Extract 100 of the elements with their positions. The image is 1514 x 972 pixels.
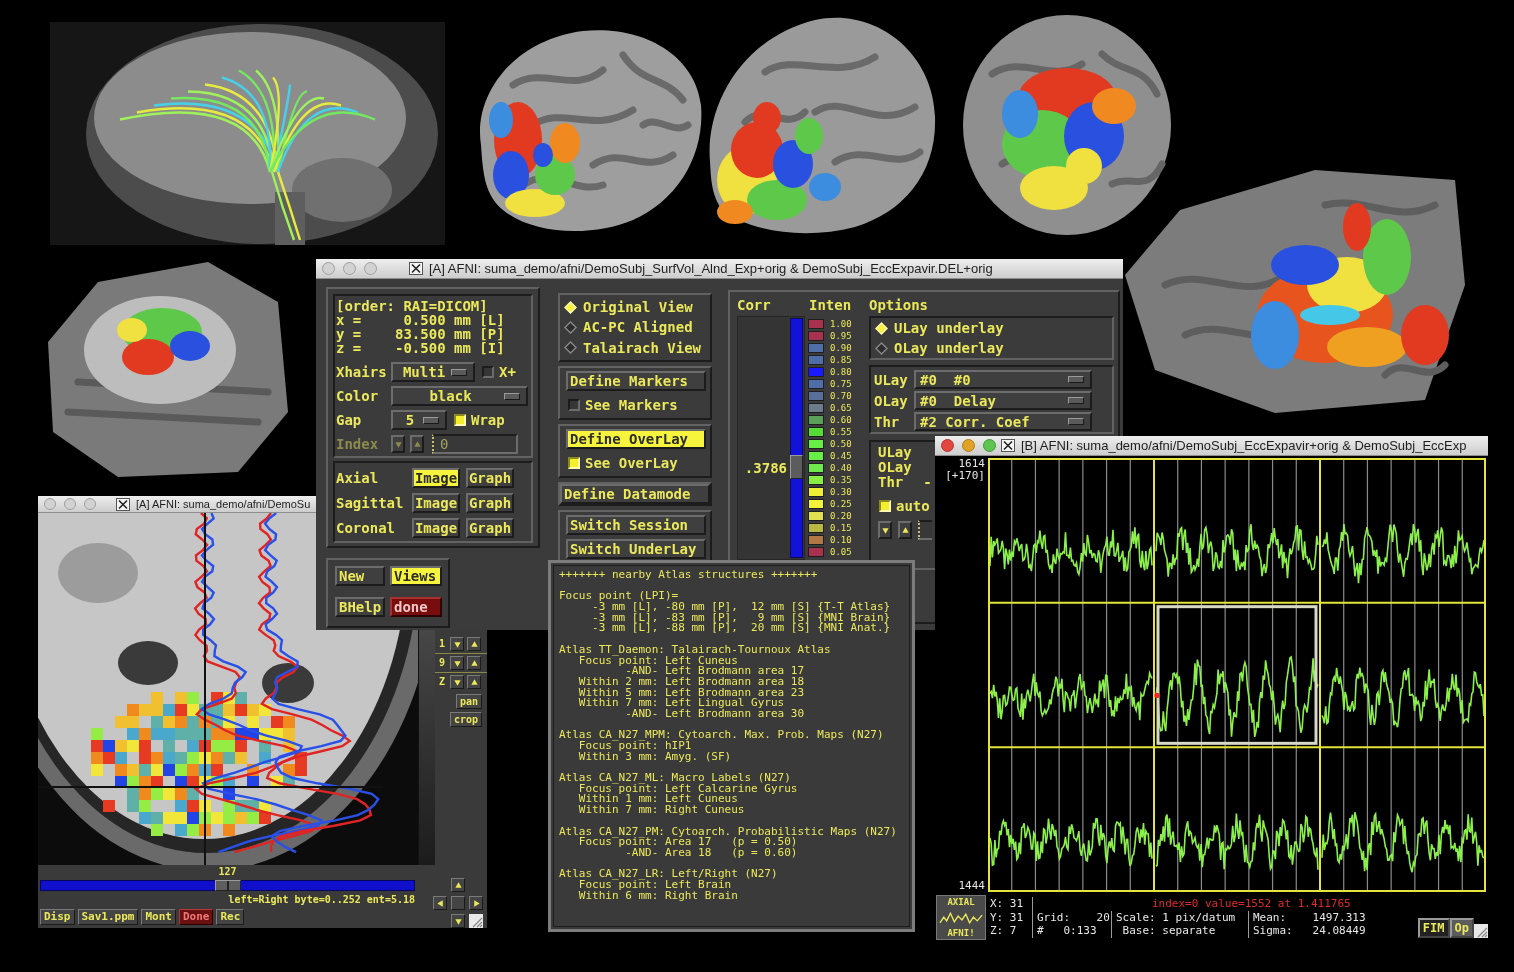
color-swatch-icon[interactable] (808, 355, 824, 365)
color-swatch-icon[interactable] (808, 367, 824, 377)
option-bar-icon (504, 392, 520, 400)
color-swatch-icon[interactable] (808, 499, 824, 509)
color-swatch-icon[interactable] (808, 547, 824, 557)
define-overlay-button[interactable]: Define OverLay (566, 429, 706, 449)
color-swatch-icon[interactable] (808, 463, 824, 473)
color-swatch-icon[interactable] (808, 535, 824, 545)
field-label: Index (336, 436, 380, 452)
color-swatch-icon[interactable] (808, 379, 824, 389)
threshold-slider[interactable] (790, 318, 803, 558)
pan-left-button[interactable] (433, 896, 447, 910)
color-swatch-icon[interactable] (808, 523, 824, 533)
view-button[interactable]: Image (412, 467, 460, 488)
layer-dropdown[interactable]: #2 Corr. Coef (914, 412, 1092, 431)
checkbox[interactable]: auto (879, 498, 930, 514)
gap-dropdown[interactable]: 5 (391, 410, 447, 430)
decrement-button[interactable] (450, 675, 464, 689)
viewer-button[interactable]: Mont (141, 909, 176, 925)
slider-thumb[interactable] (790, 454, 803, 479)
view-mode-option[interactable]: AC-PC Aligned (564, 317, 693, 338)
tool-button[interactable]: pan (455, 694, 482, 709)
atlas-line: Focus point: Left Calcarine Gyrus (578, 783, 798, 795)
xhairs-dropdown[interactable]: Multi (391, 362, 475, 382)
color-swatch-icon[interactable] (808, 415, 824, 425)
window-title: [A] AFNI: suma_demo/afni/DemoSubj_SurfVol_Alnd_Exp+orig & DemoSubj_EccExpavir.DEL+orig (429, 261, 993, 276)
resize-grip-icon[interactable] (1474, 924, 1488, 938)
view-button[interactable]: Image (412, 492, 460, 513)
close-button[interactable] (941, 439, 954, 452)
color-swatch-icon[interactable] (808, 427, 824, 437)
layer-dropdown[interactable]: #0 Delay (914, 391, 1092, 410)
action-button[interactable]: done (390, 597, 442, 617)
minimize-button[interactable] (962, 439, 975, 452)
color-swatch-icon[interactable] (808, 439, 824, 449)
checkbox[interactable]: Wrap (454, 412, 505, 428)
resize-grip-icon[interactable] (469, 914, 483, 928)
grid-info: # 0:133 (1037, 924, 1097, 938)
action-button[interactable]: New (335, 566, 385, 586)
atlas-line: Within 2 mm: Left Brodmann area 18 (578, 676, 805, 688)
define-markers-button[interactable]: Define Markers (566, 371, 706, 391)
layer-dropdown[interactable]: #0 #0 (914, 370, 1092, 389)
action-button[interactable]: Views (390, 566, 442, 586)
fim-button[interactable]: FIM (1417, 918, 1450, 938)
pan-center-button[interactable] (451, 896, 465, 910)
atlas-line: Within 7 mm: Left Lingual Gyrus (578, 698, 785, 709)
switch-button[interactable]: Switch UnderLay (566, 539, 706, 559)
color-dropdown[interactable]: black (391, 386, 528, 406)
pan-up-button[interactable] (451, 878, 465, 892)
atlas-line: Within 5 mm: Left Brodmann area 23 (578, 687, 805, 699)
atlas-line: Within 7 mm: Right Cuneus (578, 805, 745, 816)
color-swatch-icon[interactable] (808, 343, 824, 353)
color-swatch-icon[interactable] (808, 403, 824, 413)
color-swatch-icon[interactable] (808, 391, 824, 401)
pan-right-button[interactable] (469, 896, 483, 910)
action-button[interactable]: BHelp (335, 597, 385, 617)
view-mode-option[interactable]: Talairach View (564, 337, 701, 358)
viewer-button[interactable]: Disp (40, 909, 75, 925)
underlay-option[interactable]: OLay underlay (875, 338, 1004, 358)
view-button[interactable]: Graph (466, 492, 514, 513)
viewer-button[interactable]: Done (179, 909, 214, 925)
slice-slider[interactable] (40, 880, 415, 891)
down-triangle-icon (880, 525, 890, 535)
define-datamode-button[interactable]: Define Datamode (560, 484, 710, 504)
decrement-button[interactable] (878, 521, 892, 539)
underlay-option[interactable]: ULay underlay (875, 318, 1004, 338)
switch-button[interactable]: Switch Session (566, 515, 706, 535)
checkbox[interactable]: See OverLay (568, 455, 678, 471)
zoom-button[interactable] (983, 439, 996, 452)
scale-label: 0.45 (830, 451, 852, 461)
atlas-line: -AND- Left Brodmann area 17 (625, 666, 805, 677)
view-button[interactable]: Graph (466, 517, 514, 538)
checkbox[interactable]: X+ (482, 364, 516, 380)
coordinate-text: z = -0.500 mm [I] (336, 341, 505, 355)
color-swatch-icon[interactable] (808, 331, 824, 341)
color-swatch-icon[interactable] (808, 475, 824, 485)
color-swatch-icon[interactable] (808, 451, 824, 461)
increment-button[interactable] (467, 637, 481, 651)
viewer-button[interactable]: Sav1.ppm (77, 909, 139, 925)
increment-button[interactable] (898, 521, 912, 539)
view-button[interactable]: Graph (466, 467, 514, 488)
color-swatch-icon[interactable] (808, 511, 824, 521)
decrement-button[interactable] (450, 637, 464, 651)
stepper-label: Z (439, 676, 447, 688)
afni-logo[interactable]: AXIAL AFNI! (936, 895, 986, 940)
option-bar-icon (1068, 418, 1084, 425)
viewer-button[interactable]: Rec (216, 909, 245, 925)
checkbox[interactable]: See Markers (568, 397, 678, 413)
increment-button[interactable] (467, 675, 481, 689)
color-swatch-icon[interactable] (808, 487, 824, 497)
tool-button[interactable]: crop (449, 712, 482, 727)
decrement-button[interactable] (450, 656, 464, 670)
threshold-field[interactable] (918, 520, 932, 540)
increment-button[interactable] (467, 656, 481, 670)
color-swatch-icon[interactable] (808, 319, 824, 329)
view-button[interactable]: Image (412, 517, 460, 538)
voxel-coordinate: Y: 31 (990, 910, 1024, 924)
pan-down-button[interactable] (451, 914, 465, 928)
view-mode-option[interactable]: Original View (564, 297, 693, 318)
options-button[interactable]: Op (1449, 918, 1474, 938)
slider-thumb[interactable] (214, 880, 241, 891)
